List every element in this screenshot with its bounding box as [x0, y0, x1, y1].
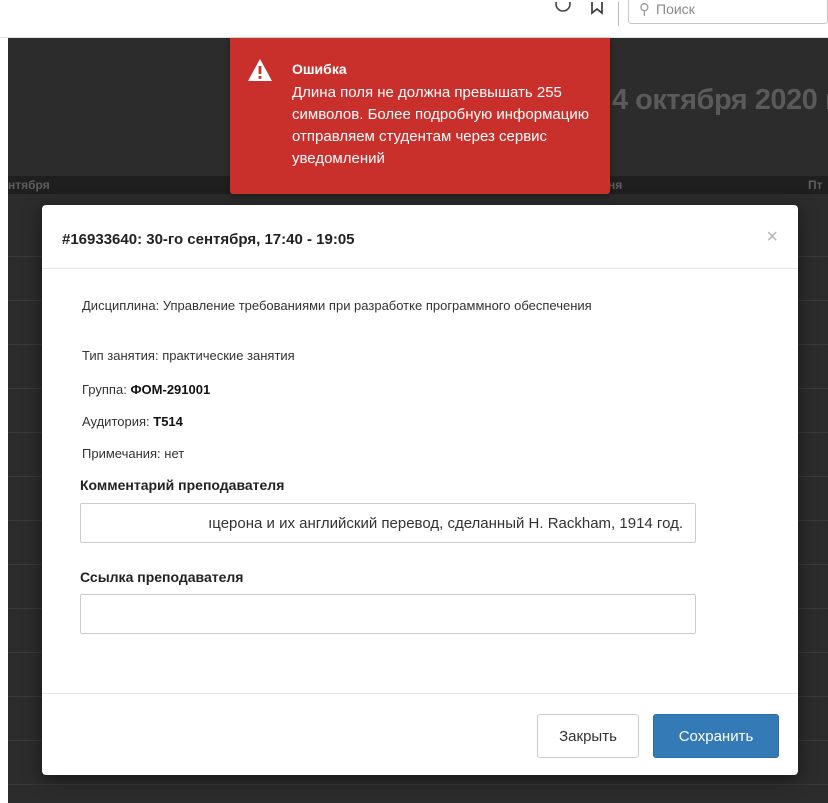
error-toast[interactable]: Ошибка Длина поля не должна превышать 25…	[230, 38, 610, 194]
bookmark-icon[interactable]	[586, 2, 608, 24]
search-placeholder: Поиск	[656, 1, 695, 17]
toast-message: Длина поля не должна превышать 255 симво…	[292, 84, 589, 167]
notes-value: нет	[164, 446, 185, 461]
notes-label: Примечания:	[82, 446, 161, 461]
grid-line	[8, 784, 828, 785]
discipline-label: Дисциплина:	[82, 298, 160, 313]
discipline-value: Управление требованиями при разработке п…	[162, 298, 592, 313]
warning-icon	[247, 58, 273, 82]
comment-label: Комментарий преподавателя	[80, 477, 285, 493]
search-icon: ⚲	[639, 1, 650, 18]
group-info: Группа: ФОМ-291001	[82, 382, 210, 397]
weekday-label-right: Пт	[808, 178, 823, 192]
link-input[interactable]	[80, 594, 696, 634]
discipline-info: Дисциплина: Управление требованиями при …	[82, 298, 702, 313]
browser-search-box[interactable]: ⚲ Поиск	[628, 0, 828, 24]
history-icon[interactable]	[552, 2, 574, 24]
toast-title: Ошибка	[292, 61, 347, 77]
modal-title: #16933640: 30-го сентября, 17:40 - 19:05	[62, 231, 355, 248]
group-value: ФОМ-291001	[130, 382, 211, 397]
calendar-date-heading: 4 октября 2020 г.	[612, 84, 828, 116]
weekday-label-mid: ня	[608, 178, 623, 192]
save-button[interactable]: Сохранить	[653, 714, 779, 758]
close-icon[interactable]: ×	[766, 227, 778, 247]
browser-toolbar: ⚲ Поиск	[0, 0, 828, 38]
lesson-type-info: Тип занятия: практические занятия	[82, 348, 295, 363]
room-info: Аудитория: Т514	[82, 414, 183, 429]
weekday-label-left: нтября	[8, 178, 50, 192]
link-label: Ссылка преподавателя	[80, 569, 244, 585]
room-label: Аудитория:	[82, 414, 150, 429]
room-value: Т514	[153, 414, 183, 429]
comment-input[interactable]	[80, 503, 696, 543]
close-button[interactable]: Закрыть	[537, 714, 639, 758]
lesson-type-value: практические занятия	[162, 348, 295, 363]
lesson-details-modal: #16933640: 30-го сентября, 17:40 - 19:05…	[42, 205, 798, 775]
notes-info: Примечания: нет	[82, 446, 184, 461]
modal-header: #16933640: 30-го сентября, 17:40 - 19:05…	[42, 205, 798, 269]
modal-footer-divider	[42, 693, 798, 694]
lesson-type-label: Тип занятия:	[82, 348, 159, 363]
toolbar-separator	[618, 2, 619, 26]
group-label: Группа:	[82, 382, 127, 397]
